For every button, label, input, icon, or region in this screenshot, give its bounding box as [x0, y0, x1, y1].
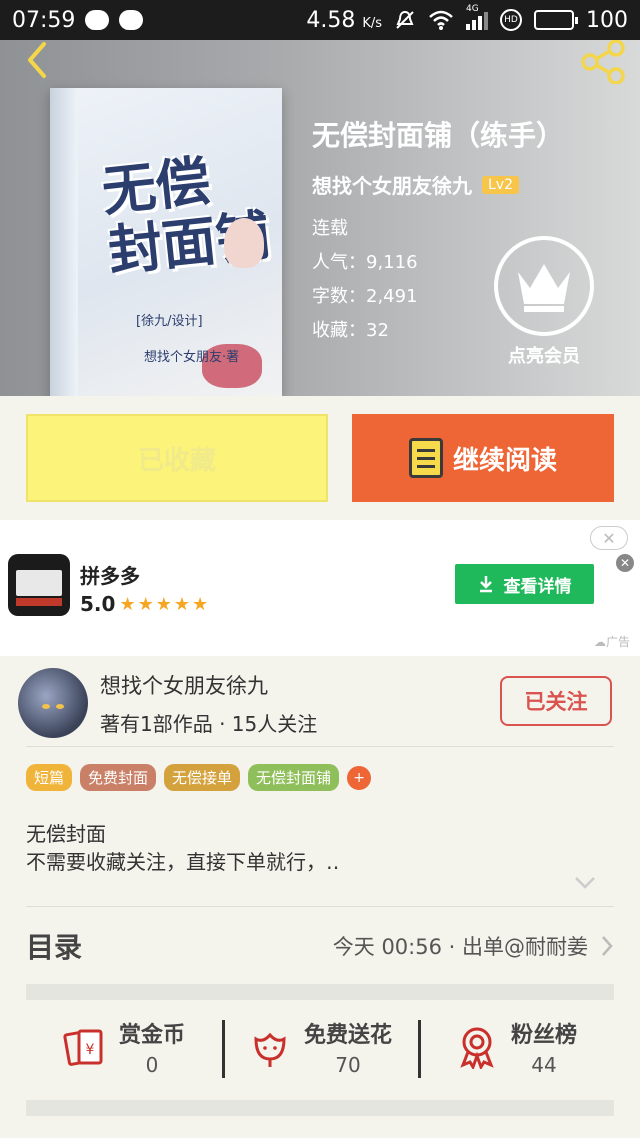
- ad-rating-value: 5.0: [80, 592, 116, 616]
- table-of-contents-row[interactable]: 目录 今天 00:56 · 出单@耐耐姜: [26, 918, 614, 974]
- author-row[interactable]: 想找个女朋友徐九 Lv2: [312, 170, 519, 199]
- level-badge: Lv2: [482, 175, 519, 194]
- reward-coins-value: 0: [145, 1053, 159, 1077]
- ad-dismiss-button[interactable]: ✕: [590, 526, 628, 550]
- tag-short[interactable]: 短篇: [26, 764, 73, 791]
- chevron-left-icon[interactable]: [18, 40, 58, 80]
- add-tag-icon[interactable]: +: [347, 765, 372, 790]
- signal-icon: 4G: [466, 4, 488, 30]
- latest-chapter: 今天 00:56 · 出单@耐耐姜: [333, 931, 614, 961]
- tag-cover-shop[interactable]: 无偿封面铺: [248, 764, 340, 791]
- ad-label: ☁广告: [593, 635, 630, 649]
- chevron-down-icon[interactable]: [574, 876, 596, 890]
- section-separator: [26, 984, 614, 1000]
- cover-tag: [徐九/设计]: [136, 314, 203, 329]
- battery-level: 100: [586, 7, 628, 33]
- book-status: 连载: [312, 218, 348, 239]
- download-icon: [479, 576, 492, 593]
- ad-app-name: 拼多多: [80, 564, 140, 588]
- hd-icon: HD: [500, 9, 522, 31]
- popularity: 人气：9,116: [312, 252, 418, 273]
- ad-app-icon: [8, 554, 70, 616]
- favorites-count: 收藏：32: [312, 320, 389, 341]
- divider: [26, 906, 614, 907]
- divider: [26, 746, 614, 747]
- ad-details-label: 查看详情: [503, 576, 572, 597]
- fan-ranking-label: 粉丝榜: [510, 1023, 577, 1048]
- wifi-icon: [429, 10, 453, 30]
- favorited-button[interactable]: 已收藏: [26, 414, 328, 502]
- chat-bubble-icon: [85, 10, 110, 30]
- free-flowers[interactable]: 免费送花 70: [222, 1002, 418, 1092]
- free-flowers-value: 70: [335, 1053, 361, 1077]
- avatar[interactable]: [18, 668, 88, 738]
- flower-icon: [254, 1032, 286, 1067]
- vip-button[interactable]: 点亮会员: [494, 236, 594, 368]
- book-icon: [408, 438, 443, 478]
- cover-spine: [50, 88, 78, 396]
- svg-text:¥: ¥: [86, 1042, 95, 1058]
- mute-icon: [396, 10, 414, 29]
- stats-row: ¥ 赏金币 0 免费送花 70 粉丝榜 44: [26, 1002, 614, 1092]
- cover-author: 想找个女朋友·著: [144, 350, 240, 365]
- author-name[interactable]: 想找个女朋友徐九: [312, 170, 472, 199]
- free-flowers-label: 免费送花: [303, 1023, 392, 1048]
- chevron-right-icon: [602, 936, 613, 956]
- network-speed: 4.58 K/s: [306, 7, 382, 33]
- word-count: 字数：2,491: [312, 286, 418, 307]
- wechat-icon: [119, 10, 144, 30]
- battery-icon: [534, 10, 578, 30]
- clock: 07:59: [12, 7, 76, 33]
- toc-label: 目录: [26, 931, 83, 964]
- cover-character-art: [224, 218, 264, 268]
- reward-coins[interactable]: ¥ 赏金币 0: [26, 1002, 222, 1092]
- book-title: 无偿封面铺（练手）: [312, 119, 565, 152]
- star-icon: ★★★★★: [119, 593, 211, 615]
- reward-coins-label: 赏金币: [118, 1023, 185, 1048]
- red-envelope-icon: ¥: [63, 1029, 103, 1066]
- close-icon[interactable]: ✕: [616, 554, 634, 572]
- fan-ranking-value: 44: [531, 1053, 557, 1077]
- medal-icon: [460, 1027, 494, 1069]
- book-meta: 连载 人气：9,116 字数：2,491 收藏：32: [312, 212, 418, 348]
- book-cover[interactable]: 无偿 封面铺 [徐九/设计] 想找个女朋友·著: [50, 88, 282, 396]
- tag-free-order[interactable]: 无偿接单: [164, 764, 241, 791]
- author-section-stats: 著有1部作品 · 15人关注: [100, 712, 318, 736]
- fan-ranking[interactable]: 粉丝榜 44: [418, 1002, 614, 1092]
- follow-button[interactable]: 已关注: [500, 676, 612, 726]
- status-bar: 07:59 4.58 K/s 4G HD 100: [0, 0, 640, 40]
- section-separator: [26, 1100, 614, 1116]
- tag-list: 短篇 免费封面 无偿接单 无偿封面铺 +: [26, 764, 372, 791]
- ad-rating: 5.0 ★★★★★: [80, 592, 210, 616]
- share-icon[interactable]: [578, 40, 628, 84]
- continue-reading-button[interactable]: 继续阅读: [352, 414, 614, 502]
- description-title: 无偿封面: [26, 822, 106, 846]
- author-section-name[interactable]: 想找个女朋友徐九: [100, 670, 268, 700]
- continue-reading-label: 继续阅读: [452, 445, 557, 476]
- book-header: 无偿 封面铺 [徐九/设计] 想找个女朋友·著 无偿封面铺（练手） 想找个女朋友…: [0, 40, 640, 396]
- ad-banner[interactable]: 拼多多 5.0 ★★★★★ 查看详情 ✕ ✕ ☁广告: [0, 520, 640, 656]
- description-body: 不需要收藏关注，直接下单就行，‥: [26, 850, 340, 874]
- ad-details-button[interactable]: 查看详情: [455, 564, 594, 604]
- vip-label: 点亮会员: [508, 346, 580, 367]
- tag-free-cover[interactable]: 免费封面: [80, 764, 157, 791]
- crown-icon: [494, 236, 594, 336]
